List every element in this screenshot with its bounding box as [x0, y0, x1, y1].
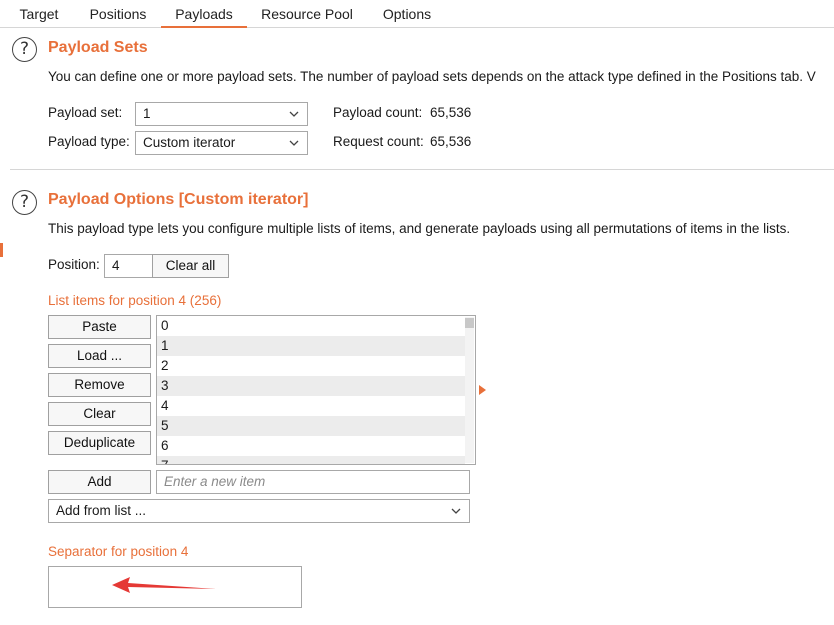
load-button[interactable]: Load ... [48, 344, 151, 368]
tab-positions[interactable]: Positions [80, 0, 156, 28]
list-item[interactable]: 6 [157, 436, 465, 456]
help-icon[interactable]: ? [12, 190, 37, 215]
separator-label: Separator for position 4 [48, 544, 189, 559]
list-items-box[interactable]: 0 1 2 3 4 5 6 7 [156, 315, 476, 465]
list-item[interactable]: 1 [157, 336, 465, 356]
payload-type-select[interactable]: Custom iterator [135, 131, 308, 155]
payload-set-select[interactable]: 1 [135, 102, 308, 126]
payload-set-value: 1 [143, 106, 151, 121]
left-edge-marker [0, 243, 3, 257]
payload-set-label: Payload set: [48, 105, 123, 120]
add-from-list-value: Add from list ... [56, 503, 147, 518]
list-item[interactable]: 2 [157, 356, 465, 376]
chevron-down-icon [289, 140, 299, 146]
tab-target[interactable]: Target [10, 0, 68, 28]
tab-resource-pool[interactable]: Resource Pool [252, 0, 362, 28]
scrollbar-thumb[interactable] [465, 318, 474, 328]
tab-bar: Target Positions Payloads Resource Pool … [0, 0, 834, 28]
add-from-list-select[interactable]: Add from list ... [48, 499, 470, 523]
request-count-value: 65,536 [430, 134, 472, 149]
list-item[interactable]: 5 [157, 416, 465, 436]
payload-options-description: This payload type lets you configure mul… [48, 221, 791, 236]
paste-button[interactable]: Paste [48, 315, 151, 339]
clear-all-button[interactable]: Clear all [152, 254, 229, 278]
add-button[interactable]: Add [48, 470, 151, 494]
list-item[interactable]: 7 [157, 456, 465, 464]
payload-type-value: Custom iterator [143, 135, 236, 150]
list-scrollbar[interactable] [465, 317, 474, 463]
section-divider [10, 169, 834, 170]
annotation-arrow-icon [112, 577, 216, 593]
remove-button[interactable]: Remove [48, 373, 151, 397]
payload-count-value: 65,536 [430, 105, 472, 120]
list-item[interactable]: 3 [157, 376, 465, 396]
list-item[interactable]: 4 [157, 396, 465, 416]
payload-type-label: Payload type: [48, 134, 130, 149]
payload-count-label: Payload count: [333, 105, 423, 120]
list-item[interactable]: 0 [157, 316, 465, 336]
expand-arrow-icon[interactable] [478, 385, 488, 395]
deduplicate-button[interactable]: Deduplicate [48, 431, 151, 455]
new-item-input[interactable]: Enter a new item [156, 470, 470, 494]
payload-options-title: Payload Options [Custom iterator] [48, 191, 309, 208]
chevron-down-icon [289, 111, 299, 117]
help-icon[interactable]: ? [12, 37, 37, 62]
clear-button[interactable]: Clear [48, 402, 151, 426]
tab-payloads[interactable]: Payloads [161, 0, 247, 28]
position-field[interactable]: 4 [104, 254, 153, 278]
position-label: Position: [48, 257, 100, 272]
tab-options[interactable]: Options [372, 0, 442, 28]
payload-sets-description: You can define one or more payload sets.… [48, 69, 816, 84]
chevron-down-icon [451, 508, 461, 514]
list-items-label: List items for position 4 (256) [48, 293, 222, 308]
request-count-label: Request count: [333, 134, 424, 149]
payload-sets-title: Payload Sets [48, 39, 148, 56]
